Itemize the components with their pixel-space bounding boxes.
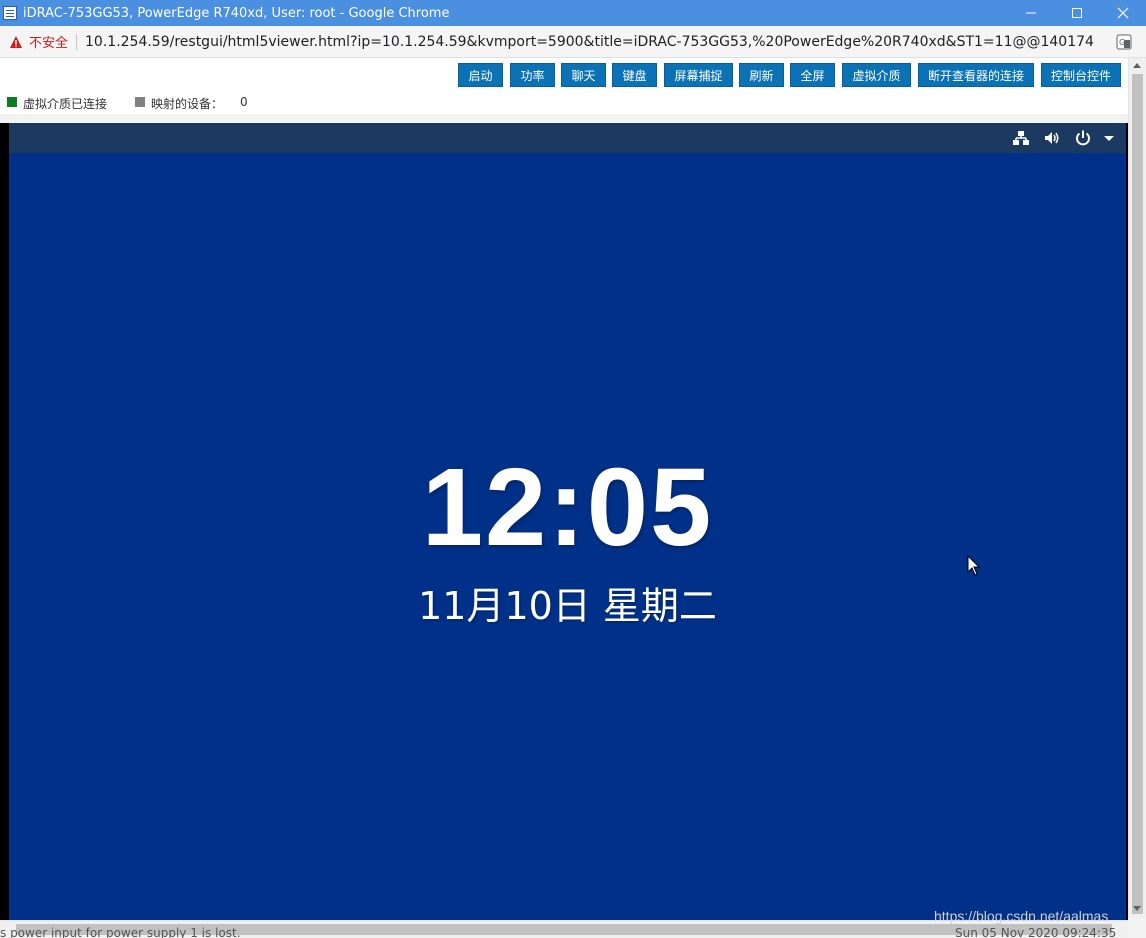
keyboard-button[interactable]: 键盘: [612, 63, 657, 87]
kvm-viewer: 12:05 11月10日 星期二: [0, 123, 1128, 920]
browser-window: iDRAC-753GG53, PowerEdge R740xd, User: r…: [0, 0, 1146, 938]
translate-icon[interactable]: G: [1116, 34, 1132, 50]
mapped-devices-indicator: [135, 97, 145, 107]
url-field[interactable]: 10.1.254.59/restgui/html5viewer.html?ip=…: [85, 34, 1095, 50]
virtual-media-status: 虚拟介质已连接: [23, 97, 108, 111]
kvm-topbar: [9, 123, 1126, 153]
page-icon: [3, 6, 17, 20]
bottom-partial-right-text: Sun 05 Nov 2020 09:24:35: [955, 926, 1117, 938]
mapped-devices-count: 0: [240, 95, 248, 109]
network-icon[interactable]: [1012, 129, 1030, 147]
speaker-icon[interactable]: [1043, 129, 1061, 147]
viewer-toolbar: 启动 功率 聊天 键盘 屏幕捕捉 刷新 全屏 虚拟介质 断开查看器的连接 控制台…: [0, 58, 1128, 92]
virtual-media-status-indicator: [7, 97, 17, 107]
bottom-partial-left-text: s power input for power supply 1 is lost…: [0, 926, 241, 938]
security-label[interactable]: 不安全: [29, 32, 68, 51]
minimize-icon: [1026, 12, 1036, 14]
lock-screen-date: 11月10日 星期二: [418, 584, 717, 628]
dropdown-icon[interactable]: [1100, 129, 1118, 147]
scroll-down-icon[interactable]: [1133, 906, 1141, 911]
fullscreen-button[interactable]: 全屏: [790, 63, 835, 87]
lock-screen-time: 12:05: [421, 446, 714, 569]
refresh-button[interactable]: 刷新: [739, 63, 784, 87]
address-bar: 不安全 10.1.254.59/restgui/html5viewer.html…: [0, 26, 1146, 58]
window-title: iDRAC-753GG53, PowerEdge R740xd, User: r…: [23, 5, 450, 21]
close-icon: [1117, 7, 1129, 19]
scroll-up-icon[interactable]: [1133, 63, 1141, 68]
screen-capture-button[interactable]: 屏幕捕捉: [664, 63, 733, 87]
maximize-icon: [1072, 8, 1082, 18]
vertical-scrollbar[interactable]: [1128, 58, 1146, 918]
status-line: 虚拟介质已连接 映射的设备： 0: [0, 92, 1128, 114]
remote-screen[interactable]: 12:05 11月10日 星期二: [9, 153, 1126, 920]
maximize-button[interactable]: [1054, 0, 1100, 26]
mouse-cursor-icon: [967, 555, 981, 576]
close-button[interactable]: [1100, 0, 1146, 26]
vertical-scroll-thumb[interactable]: [1132, 74, 1143, 914]
mapped-devices-label: 映射的设备：: [151, 97, 224, 111]
chat-button[interactable]: 聊天: [561, 63, 606, 87]
power-icon[interactable]: [1074, 129, 1092, 147]
divider: [76, 33, 78, 50]
title-bar: iDRAC-753GG53, PowerEdge R740xd, User: r…: [0, 0, 1146, 26]
power-button[interactable]: 功率: [510, 63, 555, 87]
disconnect-viewer-button[interactable]: 断开查看器的连接: [918, 63, 1034, 87]
console-controls-button[interactable]: 控制台控件: [1041, 63, 1121, 87]
warning-icon[interactable]: [9, 35, 23, 49]
boot-button[interactable]: 启动: [458, 63, 503, 87]
window-controls: [1008, 0, 1146, 26]
watermark: https://blog.csdn.net/aalmas: [934, 908, 1109, 924]
minimize-button[interactable]: [1008, 0, 1054, 26]
virtual-media-button[interactable]: 虚拟介质: [842, 63, 911, 87]
